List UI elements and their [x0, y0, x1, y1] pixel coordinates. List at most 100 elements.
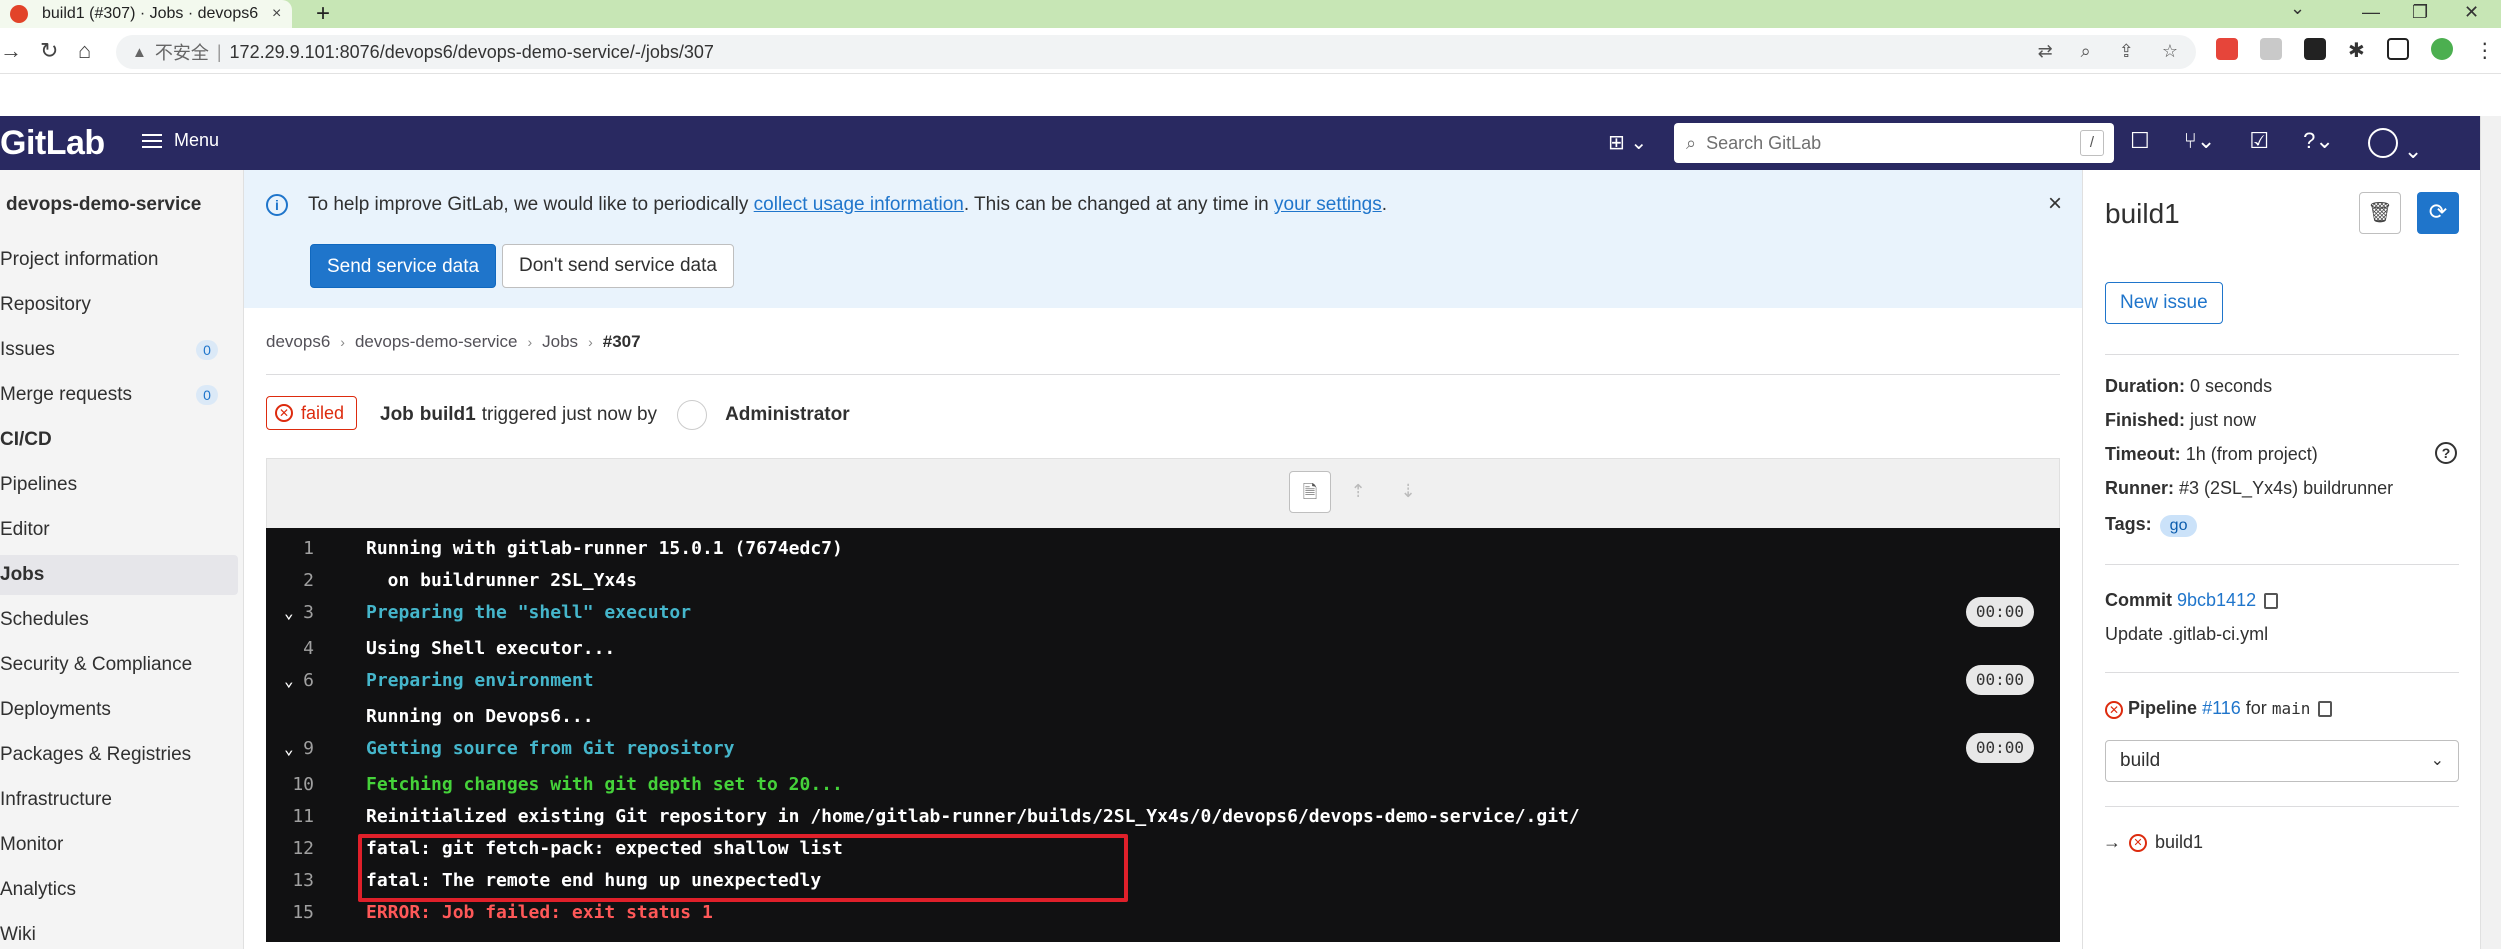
- log-section-header[interactable]: ⌄ 3 Preparing the "shell" executor 00:00: [266, 596, 2060, 628]
- new-issue-button[interactable]: New issue: [2105, 282, 2223, 324]
- new-dropdown-icon[interactable]: ⊞ ⌄: [1608, 130, 1647, 155]
- raw-log-icon[interactable]: 🗎: [1289, 471, 1331, 513]
- commit-sha-link[interactable]: 9bcb1412: [2177, 590, 2256, 610]
- reload-icon[interactable]: ↻: [40, 38, 58, 64]
- stage-select-value: build: [2120, 750, 2161, 771]
- tab-close-icon[interactable]: ×: [272, 5, 281, 23]
- browser-tab[interactable]: build1 (#307) · Jobs · devops6 ×: [0, 0, 292, 28]
- breadcrumb-current[interactable]: #307: [603, 332, 641, 352]
- avatar[interactable]: [677, 400, 708, 430]
- home-icon[interactable]: ⌂: [78, 38, 91, 64]
- forward-icon[interactable]: →: [0, 38, 22, 64]
- sidebar-item-wiki[interactable]: Wiki: [0, 915, 238, 949]
- sidebar-item-jobs[interactable]: Jobs: [0, 555, 238, 595]
- runner-row: Runner: #3 (2SL_Yx4s) buildrunner: [2105, 478, 2393, 499]
- extension-red-icon[interactable]: [2216, 38, 2238, 60]
- issues-count-badge: 0: [196, 340, 218, 360]
- share-icon[interactable]: ⇪: [2119, 41, 2134, 62]
- user-menu[interactable]: ⌄: [2367, 128, 2422, 164]
- search-input[interactable]: ⌕ Search GitLab /: [1674, 123, 2114, 163]
- line-number[interactable]: 3: [274, 602, 314, 623]
- breadcrumb-project[interactable]: devops-demo-service: [355, 332, 518, 352]
- translate-icon[interactable]: ⇄: [2038, 41, 2053, 62]
- sidebar-item-label: Schedules: [0, 609, 89, 630]
- restore-icon[interactable]: ❐: [2412, 3, 2428, 21]
- extension-dark-icon[interactable]: [2304, 38, 2326, 60]
- sidebar-item-editor[interactable]: Editor: [0, 510, 238, 550]
- sidebar-item-packages-registries[interactable]: Packages & Registries: [0, 735, 238, 775]
- log-line: 2 on buildrunner 2SL_Yx4s: [266, 564, 2060, 596]
- sidebar-item-cicd[interactable]: CI/CD: [0, 420, 238, 460]
- send-service-data-button[interactable]: Send service data: [310, 244, 497, 288]
- line-number[interactable]: 13: [274, 870, 314, 891]
- sidebar-item-monitor[interactable]: Monitor: [0, 825, 238, 865]
- issues-icon[interactable]: ☐: [2130, 128, 2150, 164]
- copy-icon[interactable]: [2264, 593, 2279, 610]
- sidebar-project-name[interactable]: devops-demo-service: [6, 194, 201, 216]
- sidebar-item-label: Packages & Registries: [0, 744, 192, 765]
- url-input[interactable]: ▲ 不安全 | 172.29.9.101:8076/devops6/devops…: [116, 35, 2196, 69]
- dont-send-service-data-button[interactable]: Don't send service data: [502, 244, 734, 288]
- merge-requests-icon[interactable]: ⑂⌄: [2184, 128, 2216, 164]
- todos-icon[interactable]: ☑: [2249, 128, 2269, 164]
- scroll-bottom-icon[interactable]: ⇣: [1387, 471, 1429, 513]
- window-close-icon[interactable]: ✕: [2464, 3, 2479, 21]
- minimize-icon[interactable]: —: [2362, 3, 2380, 21]
- banner-text: .: [1381, 194, 1388, 215]
- job-list-item[interactable]: → ✕ build1: [2103, 832, 2203, 853]
- job-list-item-name: build1: [2155, 832, 2204, 852]
- sidebar-item-deployments[interactable]: Deployments: [0, 690, 238, 730]
- retry-icon[interactable]: ⟳: [2417, 192, 2459, 234]
- sidebar-item-schedules[interactable]: Schedules: [0, 600, 238, 640]
- kebab-menu-icon[interactable]: ⋮: [2475, 38, 2495, 63]
- line-number[interactable]: 11: [274, 806, 314, 827]
- copy-icon[interactable]: [2318, 701, 2333, 718]
- stage-select[interactable]: build ⌄: [2105, 740, 2459, 782]
- help-icon[interactable]: ?: [2435, 442, 2457, 464]
- status-badge[interactable]: ✕ failed: [266, 396, 358, 430]
- line-number[interactable]: 10: [274, 774, 314, 795]
- section-duration-badge: 00:00: [1965, 665, 2034, 695]
- profile-icon[interactable]: [2430, 38, 2453, 60]
- sidebar-item-merge-requests[interactable]: Merge requests 0: [0, 375, 238, 415]
- sidepanel-icon[interactable]: [2386, 38, 2409, 60]
- breadcrumb-group[interactable]: devops6: [266, 332, 330, 352]
- page-scrollbar[interactable]: [2480, 116, 2501, 949]
- breadcrumb-jobs[interactable]: Jobs: [542, 332, 578, 352]
- line-number[interactable]: 9: [274, 738, 314, 759]
- job-user-link[interactable]: Administrator: [725, 404, 850, 426]
- extension-gray-icon[interactable]: [2260, 38, 2282, 60]
- zoom-icon[interactable]: ⌕: [2081, 41, 2091, 62]
- line-number[interactable]: 15: [274, 902, 314, 923]
- bookmark-star-icon[interactable]: ☆: [2162, 41, 2178, 62]
- sidebar-item-analytics[interactable]: Analytics: [0, 870, 238, 910]
- sidebar-item-repository[interactable]: Repository: [0, 285, 238, 325]
- help-icon[interactable]: ?⌄: [2303, 128, 2334, 164]
- line-number[interactable]: 2: [274, 570, 314, 591]
- extension-icons: ✱ ⋮: [2216, 38, 2495, 63]
- line-number[interactable]: 12: [274, 838, 314, 859]
- sidebar-item-pipelines[interactable]: Pipelines: [0, 465, 238, 505]
- sidebar-item-infrastructure[interactable]: Infrastructure: [0, 780, 238, 820]
- line-number[interactable]: 6: [274, 670, 314, 691]
- line-number[interactable]: 4: [274, 638, 314, 659]
- puzzle-icon[interactable]: ✱: [2348, 38, 2365, 63]
- sidebar-item-project-information[interactable]: Project information: [0, 240, 238, 280]
- sidebar-item-issues[interactable]: Issues 0: [0, 330, 238, 370]
- log-section-header[interactable]: ⌄ 9 Getting source from Git repository 0…: [266, 732, 2060, 764]
- your-settings-link[interactable]: your settings: [1274, 194, 1382, 215]
- new-tab-button[interactable]: +: [316, 0, 330, 28]
- line-number[interactable]: 1: [274, 538, 314, 559]
- delete-icon[interactable]: 🗑: [2359, 192, 2401, 234]
- branch-name[interactable]: main: [2272, 699, 2311, 718]
- pipeline-link[interactable]: #116: [2202, 698, 2241, 718]
- collect-usage-link[interactable]: collect usage information: [754, 194, 964, 215]
- gitlab-logo[interactable]: GitLab: [0, 124, 105, 163]
- chevron-down-icon[interactable]: ⌄: [2290, 0, 2305, 17]
- sidebar-item-security-compliance[interactable]: Security & Compliance: [0, 645, 238, 685]
- close-icon[interactable]: ×: [2048, 190, 2062, 218]
- log-section-header[interactable]: ⌄ 6 Preparing environment 00:00: [266, 664, 2060, 696]
- menu-button[interactable]: Menu: [142, 130, 219, 151]
- scroll-top-icon[interactable]: ⇡: [1337, 471, 1379, 513]
- divider: [2105, 806, 2459, 807]
